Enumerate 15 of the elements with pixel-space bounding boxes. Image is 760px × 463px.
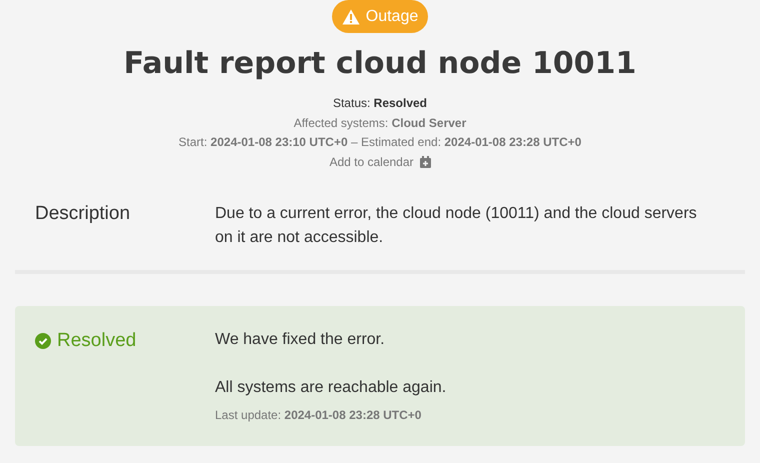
update-text: We have fixed the error. [215, 330, 386, 350]
page-title: Fault report cloud node 10011 [124, 45, 636, 83]
meta-line: Affected systems: Cloud Server [294, 114, 466, 132]
outage-badge: Outage [332, 0, 428, 33]
meta-line: Start: 2024-01-08 23:10 UTC+0 – Estimated end: 2024-01-08 23:28 UTC+0 [178, 134, 582, 151]
update-text: All systems are reachable again. [215, 378, 448, 398]
add-to-calendar-link[interactable]: Add to calendar [329, 152, 431, 172]
last-update: Last update: 2024-01-08 23:28 UTC+0 [215, 407, 422, 424]
calendar-plus-icon [420, 156, 431, 168]
warning-icon [342, 8, 360, 24]
update-status: Resolved [57, 328, 136, 353]
meta-line: Status: Resolved [332, 95, 428, 112]
check-circle-icon [35, 333, 51, 349]
description-text: Due to a current error, the cloud node (10011) and the cloud servers on it are not accessible. [215, 204, 698, 248]
section-label: Description [35, 202, 132, 226]
